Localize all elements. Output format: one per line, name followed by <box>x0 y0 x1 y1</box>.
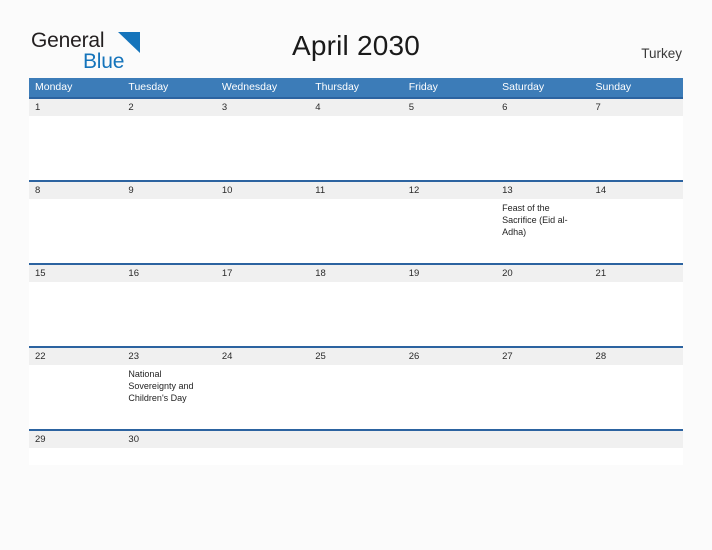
day-number[interactable]: 21 <box>590 265 683 282</box>
day-number[interactable]: 16 <box>122 265 215 282</box>
day-event <box>122 116 215 180</box>
region-label: Turkey <box>641 46 682 61</box>
week-events <box>29 282 683 346</box>
day-number[interactable]: 8 <box>29 182 122 199</box>
day-number-empty <box>309 431 402 448</box>
day-number[interactable]: 30 <box>122 431 215 448</box>
day-number-empty <box>496 431 589 448</box>
weekday-header-friday: Friday <box>408 81 438 93</box>
day-number[interactable]: 6 <box>496 99 589 116</box>
day-event <box>309 116 402 180</box>
day-event <box>216 365 309 429</box>
weekday-header-saturday: Saturday <box>502 81 545 93</box>
day-event <box>122 199 215 263</box>
day-event-holiday: National Sovereignty and Children's Day <box>128 369 194 404</box>
day-event <box>496 365 589 429</box>
day-event <box>403 282 496 346</box>
weekday-header-tuesday: Tuesday <box>128 81 169 93</box>
day-event <box>590 282 683 346</box>
day-event <box>216 116 309 180</box>
week-daynumbers: 15 16 17 18 19 20 21 <box>29 265 683 282</box>
day-event <box>309 448 402 465</box>
day-number-empty <box>403 431 496 448</box>
day-event <box>29 282 122 346</box>
day-number[interactable]: 23 <box>122 348 215 365</box>
day-event <box>590 365 683 429</box>
day-event <box>403 365 496 429</box>
day-number[interactable]: 2 <box>122 99 215 116</box>
day-event <box>496 282 589 346</box>
day-event <box>403 116 496 180</box>
day-event-holiday: Feast of the Sacrifice (Eid al-Adha) <box>502 203 568 238</box>
day-number[interactable]: 24 <box>216 348 309 365</box>
day-event <box>590 448 683 465</box>
week-events: Feast of the Sacrifice (Eid al-Adha) <box>29 199 683 263</box>
day-number[interactable]: 13 <box>496 182 589 199</box>
day-event <box>496 116 589 180</box>
day-number[interactable]: 9 <box>122 182 215 199</box>
weekday-header-thursday: Thursday <box>315 81 360 93</box>
day-event <box>590 116 683 180</box>
week-daynumbers: 8 9 10 11 12 13 14 <box>29 182 683 199</box>
day-number[interactable]: 11 <box>309 182 402 199</box>
day-number[interactable]: 25 <box>309 348 402 365</box>
day-number[interactable]: 26 <box>403 348 496 365</box>
weekday-header-row: Monday Tuesday Wednesday Thursday Friday… <box>29 78 683 97</box>
day-number[interactable]: 28 <box>590 348 683 365</box>
day-number[interactable]: 18 <box>309 265 402 282</box>
day-number[interactable]: 29 <box>29 431 122 448</box>
day-event <box>122 282 215 346</box>
day-number[interactable]: 27 <box>496 348 589 365</box>
weekday-header-sunday: Sunday <box>595 81 632 93</box>
week-row: 22 23 24 25 26 27 28 National Sovereignt… <box>29 346 683 429</box>
day-event <box>29 448 122 465</box>
day-number[interactable]: 10 <box>216 182 309 199</box>
day-number-empty <box>216 431 309 448</box>
day-event <box>216 448 309 465</box>
week-daynumbers: 22 23 24 25 26 27 28 <box>29 348 683 365</box>
day-number[interactable]: 12 <box>403 182 496 199</box>
day-number[interactable]: 15 <box>29 265 122 282</box>
day-event <box>216 199 309 263</box>
day-event <box>309 199 402 263</box>
day-event <box>29 199 122 263</box>
day-event <box>496 448 589 465</box>
day-event <box>216 282 309 346</box>
day-event <box>122 448 215 465</box>
page-header: General Blue April 2030 Turkey <box>0 0 712 78</box>
day-event <box>29 365 122 429</box>
day-event <box>309 282 402 346</box>
day-event <box>403 448 496 465</box>
week-events: National Sovereignty and Children's Day <box>29 365 683 429</box>
day-event <box>403 199 496 263</box>
day-number[interactable]: 14 <box>590 182 683 199</box>
day-number[interactable]: 5 <box>403 99 496 116</box>
week-daynumbers: 1 2 3 4 5 6 7 <box>29 99 683 116</box>
day-number[interactable]: 22 <box>29 348 122 365</box>
day-event <box>29 116 122 180</box>
weekday-header-monday: Monday <box>35 81 73 93</box>
day-number[interactable]: 20 <box>496 265 589 282</box>
day-number[interactable]: 1 <box>29 99 122 116</box>
week-row: 8 9 10 11 12 13 14 Feast of the Sacrific… <box>29 180 683 263</box>
week-row: 29 30 <box>29 429 683 465</box>
day-number[interactable]: 4 <box>309 99 402 116</box>
day-number[interactable]: 7 <box>590 99 683 116</box>
week-events <box>29 448 683 465</box>
weekday-header-wednesday: Wednesday <box>221 81 278 93</box>
day-event <box>590 199 683 263</box>
day-event <box>309 365 402 429</box>
week-daynumbers: 29 30 <box>29 431 683 448</box>
calendar-page: General Blue April 2030 Turkey Monday Tu… <box>0 0 712 550</box>
week-events <box>29 116 683 180</box>
week-row: 1 2 3 4 5 6 7 <box>29 97 683 180</box>
day-number-empty <box>590 431 683 448</box>
week-row: 15 16 17 18 19 20 21 <box>29 263 683 346</box>
day-number[interactable]: 17 <box>216 265 309 282</box>
day-number[interactable]: 19 <box>403 265 496 282</box>
day-number[interactable]: 3 <box>216 99 309 116</box>
page-title: April 2030 <box>291 30 421 61</box>
calendar-grid: Monday Tuesday Wednesday Thursday Friday… <box>29 78 683 465</box>
